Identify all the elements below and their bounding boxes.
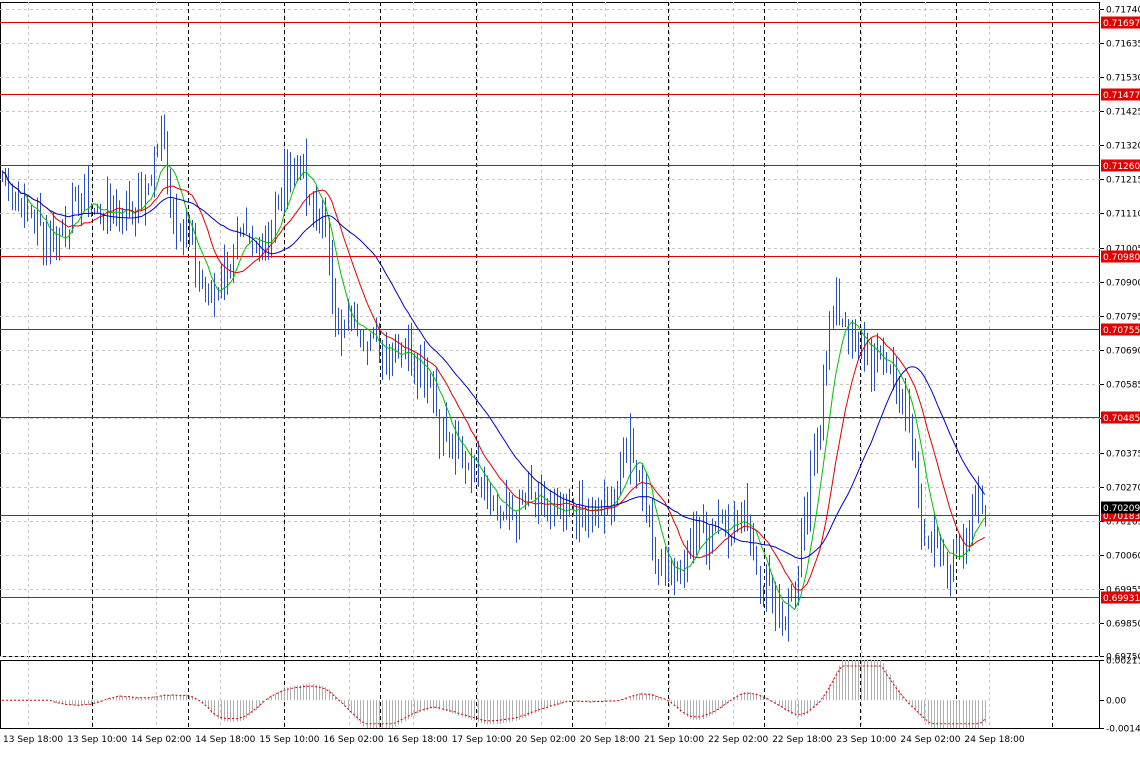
- x-tick-label: 22 Sep 02:00: [708, 735, 768, 745]
- y-tick-label: 0.70795: [1106, 313, 1140, 323]
- candle-series: [2, 114, 986, 642]
- oscillator-histogram: [53, 660, 986, 728]
- x-tick-label: 14 Sep 18:00: [195, 735, 255, 745]
- level-price-label: 0.71697: [1103, 19, 1140, 29]
- y-tick-label: 0.71215: [1106, 176, 1140, 186]
- x-tick-label: 24 Sep 18:00: [965, 735, 1025, 745]
- y-tick-label: 0.71530: [1106, 74, 1140, 84]
- osc-y-tick-label: -0.00146: [1106, 725, 1140, 735]
- x-tick-label: 15 Sep 10:00: [259, 735, 319, 745]
- x-tick-label: 16 Sep 18:00: [388, 735, 448, 745]
- x-tick-label: 23 Sep 10:00: [836, 735, 896, 745]
- current-price-label: 0.70209: [1103, 504, 1140, 514]
- osc-y-tick-label: 0.00: [1106, 697, 1126, 707]
- x-tick-label: 21 Sep 10:00: [644, 735, 704, 745]
- x-tick-label: 24 Sep 02:00: [900, 735, 960, 745]
- level-price-label: 0.71260: [1103, 162, 1140, 172]
- x-tick-label: 13 Sep 10:00: [67, 735, 127, 745]
- y-tick-label: 0.70690: [1106, 347, 1140, 357]
- x-tick-label: 13 Sep 18:00: [3, 735, 63, 745]
- ma-16-line: [1, 171, 985, 591]
- x-tick-label: 14 Sep 02:00: [131, 735, 191, 745]
- x-tick-label: 20 Sep 18:00: [580, 735, 640, 745]
- y-tick-label: 0.71635: [1106, 40, 1140, 50]
- level-price-label: 0.71477: [1103, 91, 1140, 101]
- x-tick-label: 20 Sep 02:00: [516, 735, 576, 745]
- level-price-label: 0.70485: [1103, 414, 1140, 424]
- price-chart: 0.71740 0.71635 0.71530 0.71425 0.71320 0.712…: [0, 0, 1140, 754]
- y-tick-label: 0.70585: [1106, 381, 1140, 391]
- y-tick-label: 0.69850: [1106, 620, 1140, 630]
- level-price-label: 0.70755: [1103, 326, 1140, 336]
- level-price-label: 0.70980: [1103, 253, 1140, 263]
- x-tick-label: 17 Sep 10:00: [452, 735, 512, 745]
- osc-y-tick-label: 0.002113: [1106, 657, 1140, 667]
- y-tick-label: 0.71740: [1106, 6, 1140, 16]
- y-tick-label: 0.71425: [1106, 108, 1140, 118]
- level-price-label: 0.69931: [1103, 594, 1140, 604]
- y-tick-label: 0.71110: [1106, 210, 1140, 220]
- x-tick-label: 22 Sep 18:00: [772, 735, 832, 745]
- y-tick-label: 0.71320: [1106, 142, 1140, 152]
- y-tick-label: 0.70270: [1106, 484, 1140, 494]
- y-tick-label: 0.70375: [1106, 450, 1140, 460]
- chart-svg: 0.71740 0.71635 0.71530 0.71425 0.71320 0.712…: [0, 2, 1140, 745]
- y-tick-label: 0.70900: [1106, 279, 1140, 289]
- ma-8-line: [1, 164, 986, 611]
- y-tick-label: 0.70060: [1106, 552, 1140, 562]
- x-tick-label: 16 Sep 02:00: [324, 735, 384, 745]
